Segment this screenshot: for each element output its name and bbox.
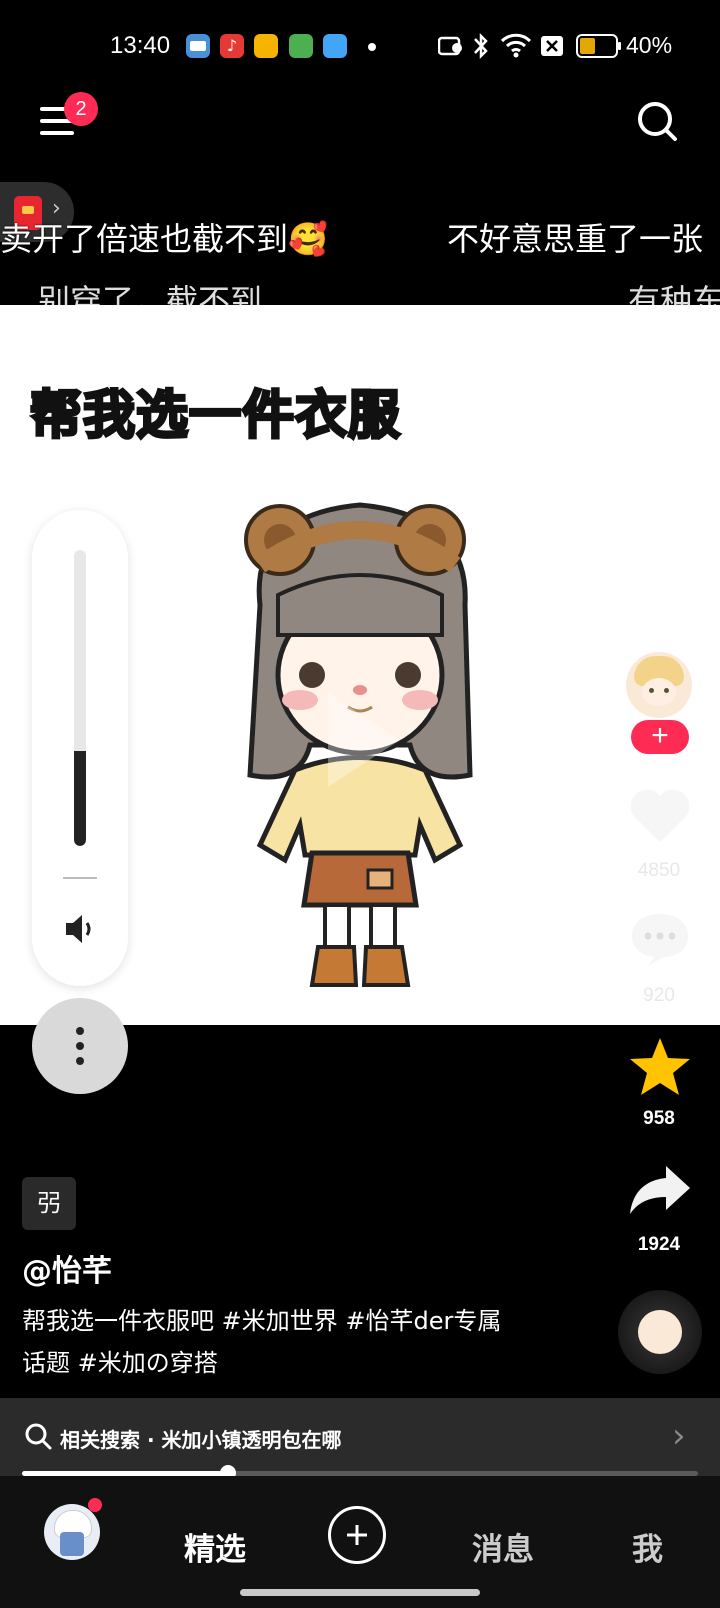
favorite-count: 958 — [643, 1108, 675, 1129]
tab-featured[interactable]: 精选 — [184, 1524, 246, 1569]
speaker-icon[interactable] — [63, 912, 97, 946]
like-count: 4850 — [637, 860, 681, 881]
notification-dot — [88, 1498, 102, 1512]
notes-app-icon — [254, 34, 278, 58]
volume-slider-fill — [74, 751, 86, 846]
video-overlay-title: 帮我选一件衣服 — [28, 385, 402, 448]
battery-percent: 40% — [626, 32, 673, 58]
battery-icon — [576, 34, 621, 58]
follow-button[interactable]: + — [631, 720, 689, 754]
related-search-label: 相关搜索 · 米加小镇透明包在哪 — [60, 1428, 342, 1452]
home-indicator — [240, 1589, 480, 1596]
play-icon — [328, 693, 400, 787]
favorite-star-icon[interactable] — [628, 1036, 692, 1098]
status-bar: 13:40 ♪ 40% — [0, 0, 720, 95]
share-count: 1924 — [637, 1234, 681, 1255]
content-tag[interactable]: 弜 — [22, 1177, 76, 1230]
menu-notification-badge: 2 — [64, 92, 98, 126]
search-icon — [25, 1423, 52, 1450]
wallet-app-icon — [186, 34, 210, 58]
volume-slider[interactable] — [74, 550, 86, 846]
danmaku-comment: 不好意思重了一张 — [447, 220, 704, 258]
search-icon[interactable] — [636, 100, 678, 142]
calculator-app-icon — [289, 34, 313, 58]
author-avatar[interactable] — [626, 652, 692, 718]
like-heart-icon[interactable] — [628, 786, 692, 844]
more-notifications-icon — [368, 43, 376, 51]
wifi-icon — [500, 33, 532, 58]
related-search-bar[interactable]: 相关搜索 · 米加小镇透明包在哪 › — [0, 1398, 720, 1476]
music-app-icon: ♪ — [220, 34, 244, 58]
nfc-icon — [438, 36, 462, 56]
danmaku-comment: 卖开了倍速也截不到🥰 — [0, 220, 328, 258]
chevron-right-icon: › — [672, 1416, 686, 1456]
tab-messages[interactable]: 消息 — [472, 1524, 534, 1569]
music-cover-avatar — [638, 1310, 682, 1354]
volume-panel — [32, 510, 128, 986]
create-button[interactable] — [328, 1506, 386, 1564]
comment-icon[interactable] — [628, 910, 692, 968]
weather-app-icon — [323, 34, 347, 58]
no-sim-icon — [541, 36, 563, 56]
status-time: 13:40 — [110, 32, 171, 59]
profile-avatar-tab[interactable] — [44, 1504, 100, 1560]
author-name[interactable]: @怡芊 — [22, 1246, 112, 1290]
divider — [63, 877, 97, 879]
plus-icon — [347, 1525, 367, 1545]
music-disc[interactable] — [618, 1290, 702, 1374]
more-vertical-icon — [76, 1027, 84, 1065]
tab-me[interactable]: 我 — [632, 1524, 663, 1569]
bluetooth-icon — [474, 32, 488, 60]
share-arrow-icon[interactable] — [628, 1164, 692, 1216]
comment-count: 920 — [643, 985, 675, 1006]
video-description[interactable]: 帮我选一件衣服吧 #米加世界 #怡芊der专属话题 #米加の穿搭 — [22, 1300, 522, 1384]
more-options-button[interactable] — [32, 998, 128, 1094]
